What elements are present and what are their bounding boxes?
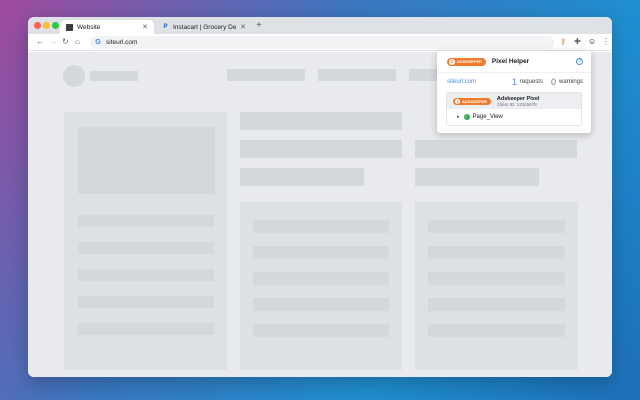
minimize-window-button[interactable] <box>43 22 50 29</box>
close-tab-icon[interactable]: ✕ <box>142 23 148 31</box>
warnings-count: 0 <box>550 77 556 87</box>
line-placeholder <box>78 323 214 335</box>
forward-arrow-icon[interactable]: → <box>49 37 57 47</box>
line-placeholder <box>253 246 389 259</box>
new-tab-button[interactable]: + <box>256 20 262 32</box>
stats-row: siteurl.com 1 requests 0 warnings <box>447 77 583 87</box>
tab-label: Website <box>77 23 101 31</box>
check-circle-icon: ✓ <box>463 114 470 120</box>
close-tab-icon[interactable]: ✕ <box>240 23 246 31</box>
help-icon[interactable]: ? <box>576 58 583 65</box>
logo-placeholder <box>90 71 138 81</box>
line-placeholder <box>415 168 539 186</box>
key-icon: ⚷ <box>455 98 460 104</box>
requests-label: requests <box>519 79 543 85</box>
profile-avatar-icon[interactable]: ☺ <box>588 37 596 47</box>
client-id: Client ID: 12345678 <box>496 101 537 107</box>
pixel-info: Adskeeper Pixel Client ID: 12345678 <box>497 96 540 107</box>
google-icon: G <box>95 39 101 46</box>
browser-toolbar: ← → ↻ ⌂ G siteurl.com ⚷ ✚ ☺ ⋮ <box>28 34 612 51</box>
address-url: siteurl.com <box>106 39 138 46</box>
pixel-helper-extension-icon[interactable]: ⚷ <box>560 37 566 47</box>
line-placeholder <box>415 140 577 158</box>
line-placeholder <box>78 215 214 227</box>
zoom-window-button[interactable] <box>52 22 59 29</box>
pixel-card-header: ⚷ ADSKEEPER Adskeeper Pixel Client ID: 1… <box>447 93 581 109</box>
avatar-placeholder <box>63 65 85 87</box>
line-placeholder <box>253 298 389 311</box>
key-icon: ⚷ <box>449 58 455 65</box>
kebab-menu-icon[interactable]: ⋮ <box>602 37 610 47</box>
requests-count: 1 <box>511 77 517 87</box>
home-icon[interactable]: ⌂ <box>75 37 80 47</box>
line-placeholder <box>253 324 389 337</box>
line-placeholder <box>428 220 565 233</box>
tab-bar: Website ✕ P Instacart | Grocery Delivery… <box>28 17 612 34</box>
brand-name: ADSKEEPER <box>462 98 487 104</box>
line-placeholder <box>428 272 565 285</box>
line-placeholder <box>240 140 402 158</box>
adskeeper-logo: ⚷ ADSKEEPER <box>447 57 486 66</box>
pixel-card: ⚷ ADSKEEPER Adskeeper Pixel Client ID: 1… <box>446 92 582 126</box>
reload-icon[interactable]: ↻ <box>62 37 69 47</box>
popup-header: ⚷ ADSKEEPER Pixel Helper ? <box>437 51 591 73</box>
back-arrow-icon[interactable]: ← <box>36 37 44 47</box>
website-favicon-icon <box>66 23 73 31</box>
image-placeholder <box>78 127 215 194</box>
event-name: Page_View <box>472 114 503 120</box>
line-placeholder <box>428 298 565 311</box>
brand-name: ADSKEEPER <box>457 59 482 64</box>
popup-title: Pixel Helper <box>491 58 530 65</box>
line-placeholder <box>78 296 214 308</box>
line-placeholder <box>240 168 364 186</box>
tab-website[interactable]: Website ✕ <box>60 20 154 34</box>
line-placeholder <box>253 272 389 285</box>
tab-instacart[interactable]: P Instacart | Grocery Delivery or Pickup… <box>156 20 252 34</box>
close-window-button[interactable] <box>34 22 41 29</box>
extensions-puzzle-icon[interactable]: ✚ <box>574 37 581 47</box>
tab-label: Instacart | Grocery Delivery or Pickup <box>173 23 237 31</box>
address-bar[interactable]: G siteurl.com <box>90 36 554 49</box>
adskeeper-logo: ⚷ ADSKEEPER <box>453 97 491 105</box>
warnings-label: warnings <box>558 79 583 85</box>
caret-right-icon[interactable]: ▸ <box>457 114 460 120</box>
event-row[interactable]: ▸ ✓ Page_View <box>447 109 581 125</box>
line-placeholder <box>253 220 389 233</box>
site-link[interactable]: siteurl.com <box>447 79 512 85</box>
nav-placeholder <box>318 69 396 81</box>
paypal-favicon-icon: P <box>163 24 168 30</box>
line-placeholder <box>428 246 565 259</box>
nav-placeholder <box>227 69 305 81</box>
line-placeholder <box>78 242 214 254</box>
line-placeholder <box>428 324 565 337</box>
pixel-helper-popup: ⚷ ADSKEEPER Pixel Helper ? siteurl.com 1… <box>437 51 591 133</box>
line-placeholder <box>78 269 214 281</box>
line-placeholder <box>240 112 402 130</box>
